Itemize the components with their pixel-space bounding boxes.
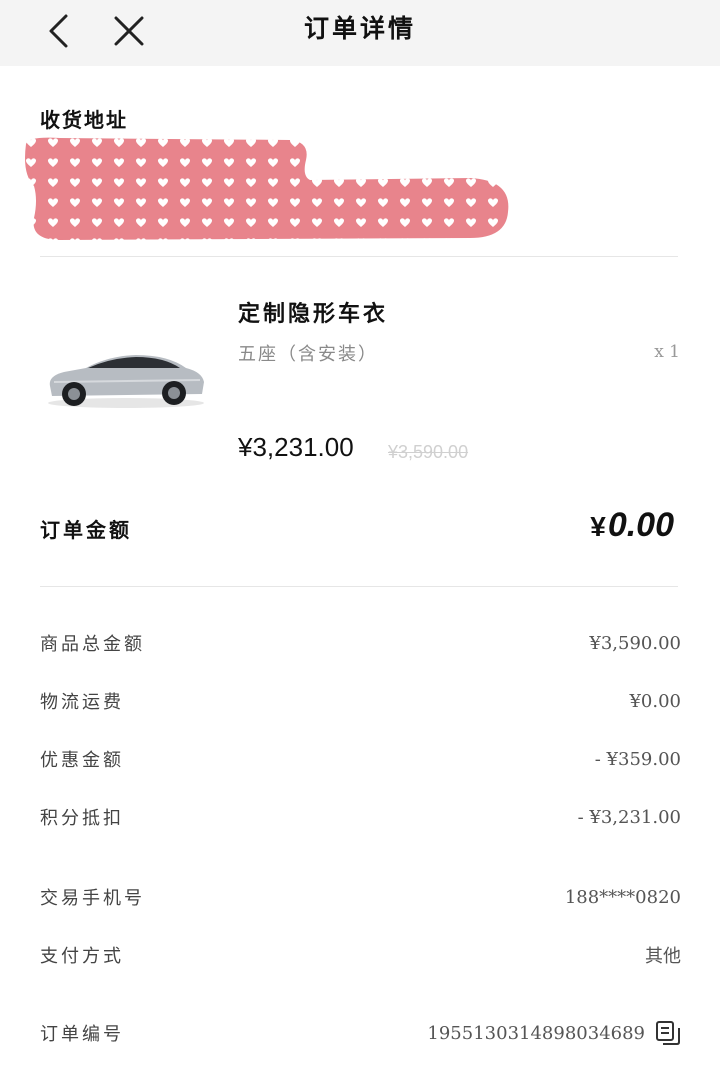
row-value: 188****0820	[564, 886, 681, 908]
row-value: ¥3,590.00	[589, 632, 681, 654]
row-label: 优惠金额	[40, 750, 124, 771]
product-image	[48, 355, 205, 408]
order-number-label: 订单编号	[40, 1024, 124, 1045]
order-number-value: 1955130314898034689	[427, 1022, 645, 1044]
row-label: 支付方式	[40, 946, 124, 967]
product-quantity: x 1	[654, 342, 680, 362]
row-value: - ¥3,231.00	[577, 806, 681, 828]
breakdown-row-subtotal: 商品总金额 ¥3,590.00	[40, 630, 681, 656]
breakdown-row-points: 积分抵扣 - ¥3,231.00	[40, 804, 681, 830]
row-label: 物流运费	[40, 692, 124, 713]
redacted-address	[25, 137, 509, 240]
info-row-phone: 交易手机号 188****0820	[40, 884, 681, 910]
info-row-payment: 支付方式 其他	[40, 942, 681, 968]
breakdown-row-shipping: 物流运费 ¥0.00	[40, 688, 681, 714]
order-total-amount: 0.00	[607, 506, 674, 544]
copy-icon[interactable]	[655, 1020, 681, 1046]
row-label: 交易手机号	[40, 888, 145, 909]
order-number-value-group: 1955130314898034689	[427, 1020, 681, 1046]
order-total-label: 订单金额	[40, 518, 132, 542]
row-value: 其他	[645, 946, 681, 967]
row-label: 商品总金额	[40, 634, 145, 655]
order-number-row: 订单编号 1955130314898034689	[40, 1020, 681, 1046]
row-value: ¥0.00	[629, 690, 681, 712]
product-price: ¥3,231.00	[238, 432, 354, 462]
currency-symbol: ¥	[590, 511, 606, 542]
section-divider	[40, 586, 678, 587]
product-original-price: ¥3,590.00	[388, 442, 469, 462]
row-value: - ¥359.00	[594, 748, 681, 770]
page-title: 订单详情	[303, 14, 416, 43]
product-spec: 五座（含安装）	[238, 344, 378, 365]
row-label: 积分抵扣	[40, 808, 124, 829]
address-label: 收货地址	[40, 108, 128, 132]
breakdown-row-discount: 优惠金额 - ¥359.00	[40, 746, 681, 772]
product-name: 定制隐形车衣	[238, 301, 389, 327]
section-divider	[40, 256, 678, 257]
top-bar: 订单详情	[0, 0, 720, 66]
order-total-value: ¥0.00	[590, 506, 674, 545]
